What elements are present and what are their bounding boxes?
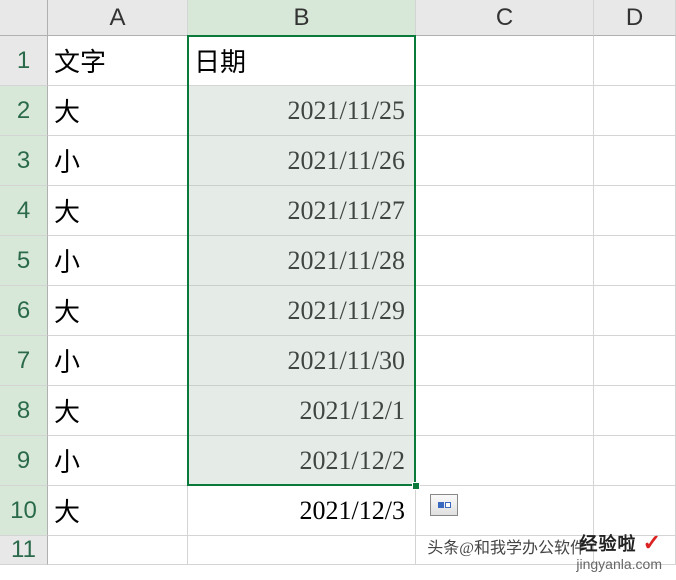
cell-C5[interactable] [416, 236, 594, 286]
cell-A4[interactable]: 大 [48, 186, 188, 236]
cell-C3[interactable] [416, 136, 594, 186]
cell-D2[interactable] [594, 86, 676, 136]
row-header-3[interactable]: 3 [0, 136, 48, 186]
col-header-B[interactable]: B [188, 0, 416, 36]
cell-A1[interactable]: 文字 [48, 36, 188, 86]
cell-B5[interactable]: 2021/11/28 [188, 236, 416, 286]
row-header-9[interactable]: 9 [0, 436, 48, 486]
row-header-10[interactable]: 10 [0, 486, 48, 536]
row-header-2[interactable]: 2 [0, 86, 48, 136]
cell-B7[interactable]: 2021/11/30 [188, 336, 416, 386]
cell-B11[interactable] [188, 536, 416, 565]
row-header-11[interactable]: 11 [0, 536, 48, 565]
watermark: 经验啦 ✓ jingyanla.com [576, 530, 662, 572]
row-header-7[interactable]: 7 [0, 336, 48, 386]
cell-D7[interactable] [594, 336, 676, 386]
cell-B9[interactable]: 2021/12/2 [188, 436, 416, 486]
cell-A9[interactable]: 小 [48, 436, 188, 486]
cell-D5[interactable] [594, 236, 676, 286]
cell-C9[interactable] [416, 436, 594, 486]
col-header-D[interactable]: D [594, 0, 676, 36]
cell-A6[interactable]: 大 [48, 286, 188, 336]
check-icon: ✓ [643, 530, 662, 555]
watermark-sub: jingyanla.com [576, 556, 662, 572]
cell-D6[interactable] [594, 286, 676, 336]
corner-select-all[interactable] [0, 0, 48, 36]
cell-C6[interactable] [416, 286, 594, 336]
cell-D3[interactable] [594, 136, 676, 186]
cell-D9[interactable] [594, 436, 676, 486]
watermark-back: 头条@和我学办公软件 [427, 534, 586, 558]
cell-A2[interactable]: 大 [48, 86, 188, 136]
cell-C4[interactable] [416, 186, 594, 236]
watermark-title: 经验啦 [580, 534, 637, 554]
cell-C8[interactable] [416, 386, 594, 436]
row-header-4[interactable]: 4 [0, 186, 48, 236]
row-header-1[interactable]: 1 [0, 36, 48, 86]
col-header-C[interactable]: C [416, 0, 594, 36]
cell-B3[interactable]: 2021/11/26 [188, 136, 416, 186]
cell-A7[interactable]: 小 [48, 336, 188, 386]
cell-A3[interactable]: 小 [48, 136, 188, 186]
cell-B10[interactable]: 2021/12/3 [188, 486, 416, 536]
cell-A10[interactable]: 大 [48, 486, 188, 536]
row-header-6[interactable]: 6 [0, 286, 48, 336]
cell-D1[interactable] [594, 36, 676, 86]
autofill-icon [438, 502, 451, 508]
cell-D8[interactable] [594, 386, 676, 436]
cell-B4[interactable]: 2021/11/27 [188, 186, 416, 236]
cell-A8[interactable]: 大 [48, 386, 188, 436]
autofill-options-button[interactable] [430, 494, 458, 516]
fill-handle[interactable] [412, 482, 420, 490]
cell-B8[interactable]: 2021/12/1 [188, 386, 416, 436]
cell-B2[interactable]: 2021/11/25 [188, 86, 416, 136]
cell-C2[interactable] [416, 86, 594, 136]
cell-D10[interactable] [594, 486, 676, 536]
col-header-A[interactable]: A [48, 0, 188, 36]
cell-C1[interactable] [416, 36, 594, 86]
cell-C7[interactable] [416, 336, 594, 386]
spreadsheet-grid: A B C D 1 文字 日期 2 大 2021/11/25 3 小 2021/… [0, 0, 676, 565]
row-header-5[interactable]: 5 [0, 236, 48, 286]
cell-A11[interactable] [48, 536, 188, 565]
cell-D4[interactable] [594, 186, 676, 236]
cell-B6[interactable]: 2021/11/29 [188, 286, 416, 336]
row-header-8[interactable]: 8 [0, 386, 48, 436]
cell-A5[interactable]: 小 [48, 236, 188, 286]
cell-B1[interactable]: 日期 [188, 36, 416, 86]
